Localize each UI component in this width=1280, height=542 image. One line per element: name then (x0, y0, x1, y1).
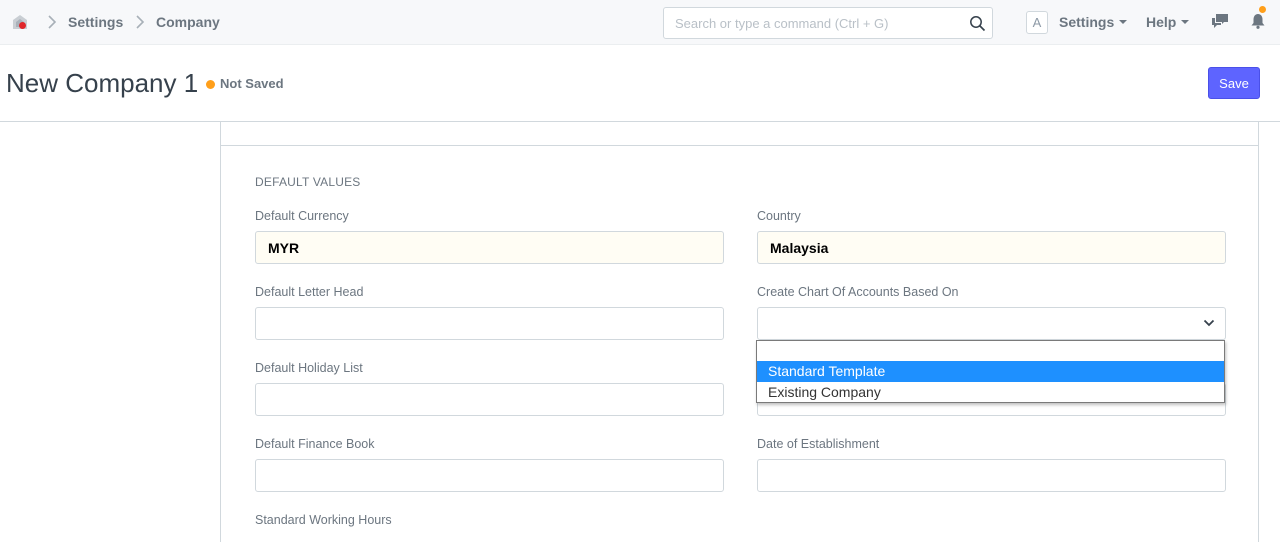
default-holiday-list-field[interactable] (255, 383, 724, 416)
standard-working-hours-label: Standard Working Hours (255, 513, 392, 527)
date-of-establishment-field[interactable] (757, 459, 1226, 492)
caret-down-icon (1181, 20, 1190, 25)
dropdown-option-standard-template[interactable]: Standard Template (757, 361, 1224, 382)
default-letter-head-field[interactable] (255, 307, 724, 340)
search-placeholder: Search or type a command (Ctrl + G) (675, 16, 889, 31)
help-menu-label: Help (1146, 14, 1177, 30)
save-button[interactable]: Save (1208, 67, 1260, 99)
default-currency-field[interactable]: MYR (255, 231, 724, 264)
default-currency-label: Default Currency (255, 209, 349, 223)
form-card: DEFAULT VALUES Default Currency MYR Defa… (220, 122, 1259, 542)
help-menu[interactable]: Help (1146, 14, 1190, 30)
default-letter-head-label: Default Letter Head (255, 285, 364, 299)
default-finance-book-label: Default Finance Book (255, 437, 375, 451)
chart-of-accounts-dropdown: Standard Template Existing Company (756, 340, 1225, 403)
notification-dot (1259, 6, 1266, 13)
dropdown-option-empty[interactable] (757, 341, 1224, 362)
bell-icon[interactable] (1251, 13, 1265, 29)
page-head: New Company 1 Not Saved Save (0, 45, 1280, 122)
search-input[interactable]: Search or type a command (Ctrl + G) (663, 7, 993, 39)
chart-of-accounts-select[interactable] (757, 307, 1226, 340)
breadcrumb-company[interactable]: Company (156, 14, 220, 30)
country-value: Malaysia (770, 240, 829, 256)
caret-down-icon (1119, 20, 1128, 25)
chevron-down-icon (1203, 319, 1215, 327)
dropdown-option-existing-company[interactable]: Existing Company (757, 382, 1224, 403)
date-of-establishment-label: Date of Establishment (757, 437, 880, 451)
chevron-right-icon (48, 15, 57, 29)
chevron-right-icon (136, 15, 145, 29)
status-indicator-dot (206, 80, 215, 89)
chat-icon[interactable] (1211, 13, 1229, 29)
page-title: New Company 1 (6, 68, 199, 98)
breadcrumb-settings[interactable]: Settings (68, 14, 123, 30)
app-logo-icon[interactable] (10, 12, 30, 32)
section-divider (221, 145, 1258, 146)
avatar[interactable]: A (1026, 11, 1048, 34)
chart-of-accounts-label: Create Chart Of Accounts Based On (757, 285, 959, 299)
navbar: Settings Company Search or type a comman… (0, 0, 1280, 45)
country-label: Country (757, 209, 801, 223)
default-currency-value: MYR (268, 240, 300, 256)
country-field[interactable]: Malaysia (757, 231, 1226, 264)
search-icon (970, 16, 986, 32)
default-holiday-list-label: Default Holiday List (255, 361, 363, 375)
settings-menu-label: Settings (1059, 14, 1115, 30)
section-title: DEFAULT VALUES (255, 175, 361, 189)
default-finance-book-field[interactable] (255, 459, 724, 492)
status-badge: Not Saved (220, 76, 284, 91)
settings-menu[interactable]: Settings (1059, 14, 1128, 30)
